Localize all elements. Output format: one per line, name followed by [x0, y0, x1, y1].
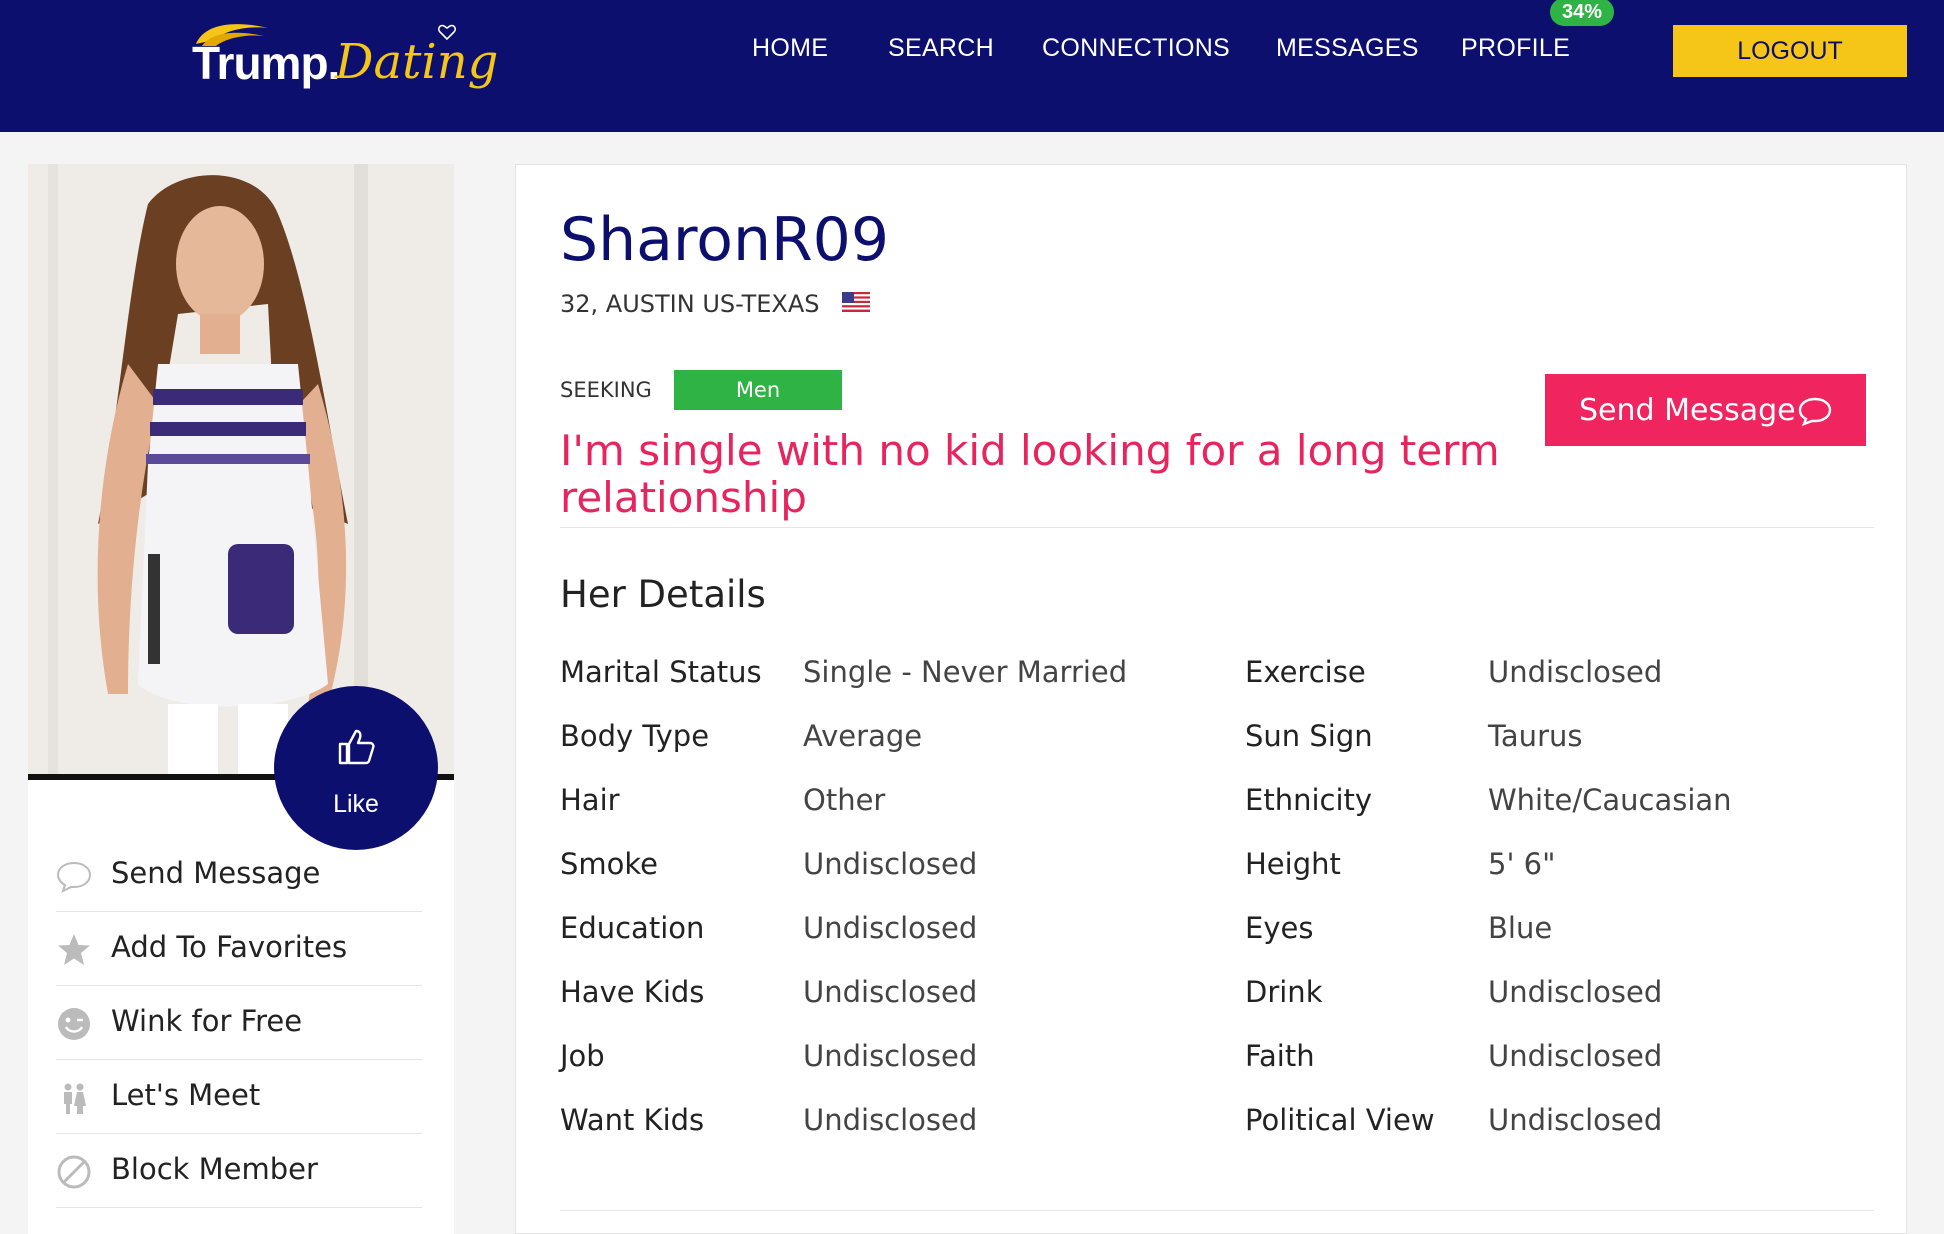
wink-face-icon [58, 1008, 90, 1040]
profile-username: SharonR09 [560, 205, 890, 275]
action-lets-meet[interactable]: Let's Meet [56, 1060, 422, 1134]
detail-value: Blue [1488, 911, 1553, 945]
couple-icon [64, 1083, 86, 1114]
profile-actions-list: Send Message Add To Favorites Wink for F… [56, 838, 422, 1208]
detail-value: Undisclosed [803, 975, 978, 1009]
seeking-label: SEEKING [560, 378, 652, 402]
action-block-member[interactable]: Block Member [56, 1134, 422, 1208]
detail-value: 5' 6" [1488, 847, 1556, 881]
nav-connections[interactable]: CONNECTIONS [1042, 34, 1230, 63]
detail-label: Faith [1245, 1039, 1315, 1073]
detail-label: Marital Status [560, 655, 762, 689]
detail-value: Undisclosed [1488, 655, 1663, 689]
detail-value: Undisclosed [1488, 1103, 1663, 1137]
detail-label: Sun Sign [1245, 719, 1373, 753]
action-add-to-favorites[interactable]: Add To Favorites [56, 912, 422, 986]
detail-value: Undisclosed [803, 911, 978, 945]
site-logo[interactable]: Trump. Dating [190, 14, 498, 94]
nav-messages[interactable]: MESSAGES [1276, 34, 1419, 63]
chat-bubble-icon [1798, 397, 1832, 426]
detail-label: Political View [1245, 1103, 1435, 1137]
star-icon [58, 934, 90, 965]
detail-value: Undisclosed [803, 1039, 978, 1073]
detail-label: Drink [1245, 975, 1323, 1009]
detail-value: Taurus [1488, 719, 1583, 753]
detail-value: Undisclosed [803, 1103, 978, 1137]
detail-label: Exercise [1245, 655, 1366, 689]
detail-value: Undisclosed [1488, 975, 1663, 1009]
send-message-label: Send Message [1579, 392, 1796, 428]
detail-label: Ethnicity [1245, 783, 1373, 817]
detail-label: Height [1245, 847, 1341, 881]
top-navigation-bar: Trump. Dating HOME SEARCH CONNECTIONS ME… [0, 0, 1944, 132]
action-label: Send Message [111, 856, 321, 890]
action-send-message[interactable]: Send Message [56, 838, 422, 912]
section-divider [560, 527, 1874, 528]
section-divider [560, 1210, 1874, 1211]
detail-label: Education [560, 911, 705, 945]
logo-wordmark: Trump. [192, 37, 340, 89]
profile-tagline: I'm single with no kid looking for a lon… [560, 426, 1500, 522]
action-label: Wink for Free [111, 1004, 303, 1038]
nav-home[interactable]: HOME [752, 34, 828, 63]
detail-value: Single - Never Married [803, 655, 1128, 689]
detail-value: Undisclosed [1488, 1039, 1663, 1073]
logout-button[interactable]: LOGOUT [1673, 25, 1907, 77]
profile-sidebar: Like Send Message Add To Favorites Wink … [28, 164, 454, 1234]
action-label: Let's Meet [111, 1078, 261, 1112]
detail-label: Job [560, 1039, 605, 1073]
profile-details-card: SharonR09 32, AUSTIN US-TEXAS SEEKING Me… [515, 164, 1907, 1234]
detail-value: Other [803, 783, 886, 817]
action-label: Add To Favorites [111, 930, 348, 964]
nav-search[interactable]: SEARCH [888, 34, 994, 63]
detail-value: Average [803, 719, 923, 753]
like-button[interactable]: Like [274, 686, 438, 850]
detail-value: Undisclosed [803, 847, 978, 881]
seeking-badge: Men [674, 370, 842, 410]
detail-label: Body Type [560, 719, 710, 753]
profile-completion-badge: 34% [1550, 0, 1614, 26]
thumbs-up-icon [338, 729, 375, 765]
detail-value: White/Caucasian [1488, 783, 1732, 817]
chat-bubble-icon [56, 861, 92, 893]
us-flag-icon [842, 292, 870, 312]
action-wink[interactable]: Wink for Free [56, 986, 422, 1060]
logo-heart-icon [438, 24, 456, 40]
block-icon [57, 1155, 91, 1189]
action-label: Block Member [111, 1152, 318, 1186]
profile-location: 32, AUSTIN US-TEXAS [560, 290, 820, 318]
details-heading: Her Details [560, 573, 766, 616]
nav-profile[interactable]: PROFILE [1461, 34, 1570, 63]
logo-script: Dating [335, 34, 499, 90]
like-label: Like [333, 790, 379, 818]
detail-label: Have Kids [560, 975, 705, 1009]
detail-label: Smoke [560, 847, 659, 881]
profile-photo-illustration [28, 164, 454, 774]
send-message-button[interactable]: Send Message [1545, 374, 1866, 446]
detail-label: Want Kids [560, 1103, 705, 1137]
profile-photo[interactable] [28, 164, 454, 774]
detail-label: Hair [560, 783, 620, 817]
detail-label: Eyes [1245, 911, 1314, 945]
